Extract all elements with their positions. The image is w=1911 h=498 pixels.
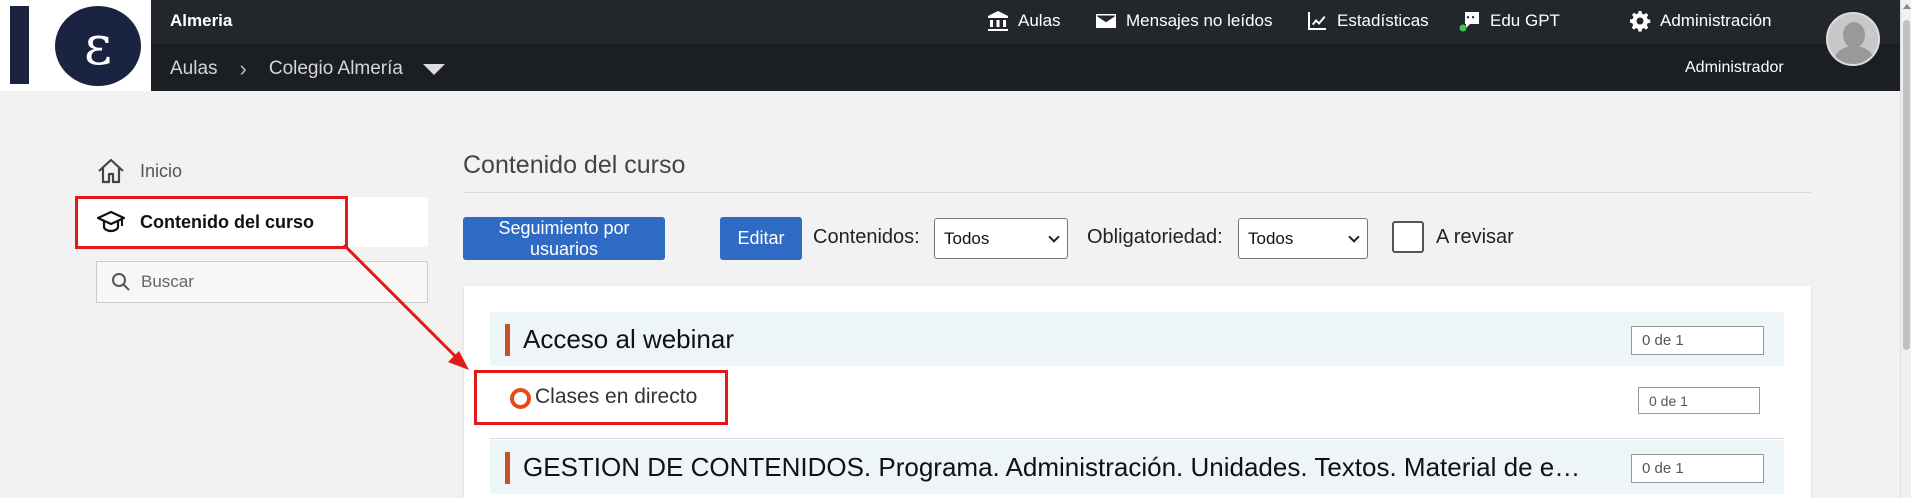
section-accent bbox=[505, 324, 510, 356]
nav-statistics[interactable]: Estadísticas bbox=[1305, 9, 1429, 33]
caret-down-icon[interactable] bbox=[422, 63, 445, 75]
chevron-down-icon bbox=[1048, 230, 1060, 243]
nav-administration-label: Administración bbox=[1660, 11, 1772, 30]
site-name[interactable]: Almeria bbox=[170, 11, 232, 31]
sidebar-item-inicio[interactable]: Inicio bbox=[96, 156, 182, 186]
obligatoriedad-select-value: Todos bbox=[1248, 228, 1294, 248]
contenidos-select[interactable]: Todos bbox=[934, 218, 1068, 259]
nav-aulas-label: Aulas bbox=[1018, 11, 1061, 30]
nav-statistics-label: Estadísticas bbox=[1337, 11, 1429, 30]
chevron-right-icon: › bbox=[239, 56, 247, 81]
nav-aulas[interactable]: Aulas bbox=[986, 9, 1061, 33]
section-progress: 0 de 1 bbox=[1631, 326, 1764, 355]
sidebar-item-inicio-label: Inicio bbox=[140, 160, 183, 181]
review-checkbox[interactable] bbox=[1392, 221, 1424, 253]
home-icon bbox=[98, 158, 124, 184]
title-divider bbox=[463, 192, 1811, 193]
obligatoriedad-select[interactable]: Todos bbox=[1238, 218, 1368, 259]
envelope-icon bbox=[1096, 14, 1116, 28]
avatar-shoulders bbox=[1834, 46, 1874, 64]
top-navbar: Almeria Aulas Mensajes no leídos Estadís… bbox=[151, 0, 1900, 44]
page-title: Contenido del curso bbox=[463, 151, 686, 179]
gear-icon bbox=[1630, 11, 1651, 32]
logo-emblem: ε bbox=[55, 6, 141, 86]
row-divider bbox=[490, 438, 1784, 439]
user-avatar[interactable] bbox=[1826, 12, 1880, 66]
chart-line-icon bbox=[1308, 12, 1326, 30]
avatar-head bbox=[1843, 22, 1865, 48]
review-checkbox-label[interactable]: A revisar bbox=[1436, 226, 1514, 249]
scroll-up-icon[interactable] bbox=[1903, 4, 1911, 9]
tracking-by-users-button[interactable]: Seguimiento por usuarios bbox=[463, 217, 665, 260]
breadcrumb-aulas[interactable]: Aulas bbox=[170, 58, 218, 80]
annotation-highlight-item bbox=[474, 370, 728, 425]
edit-button[interactable]: Editar bbox=[720, 217, 802, 260]
section-progress: 0 de 1 bbox=[1631, 454, 1764, 483]
section-row[interactable]: Acceso al webinar 0 de 1 bbox=[490, 312, 1784, 366]
section-row[interactable]: GESTION DE CONTENIDOS. Programa. Adminis… bbox=[490, 440, 1784, 494]
search-icon bbox=[112, 273, 130, 291]
nav-messages[interactable]: Mensajes no leídos bbox=[1094, 9, 1272, 33]
nav-edu-gpt-label: Edu GPT bbox=[1490, 11, 1560, 30]
nav-messages-label: Mensajes no leídos bbox=[1126, 11, 1273, 30]
nav-edu-gpt[interactable]: Edu GPT bbox=[1458, 9, 1560, 33]
contenidos-label: Contenidos: bbox=[813, 226, 920, 248]
page-scrollbar[interactable] bbox=[1900, 0, 1911, 498]
sidebar-search[interactable] bbox=[96, 261, 428, 303]
bank-icon bbox=[988, 11, 1008, 31]
scrollbar-thumb[interactable] bbox=[1903, 20, 1910, 350]
robot-chat-icon bbox=[1459, 12, 1479, 32]
chevron-down-icon bbox=[1348, 230, 1360, 243]
user-role[interactable]: Administrador bbox=[1685, 59, 1784, 77]
app-logo[interactable]: ε bbox=[0, 0, 151, 91]
section-title[interactable]: Acceso al webinar bbox=[523, 324, 1593, 355]
item-progress: 0 de 1 bbox=[1638, 387, 1760, 414]
logo-bar bbox=[10, 6, 29, 84]
contenidos-select-value: Todos bbox=[944, 228, 990, 248]
breadcrumb: Aulas › Colegio Almería bbox=[170, 56, 445, 82]
search-input[interactable] bbox=[141, 272, 421, 292]
annotation-highlight-sidebar bbox=[75, 196, 348, 249]
section-accent bbox=[505, 452, 510, 484]
nav-administration[interactable]: Administración bbox=[1628, 9, 1772, 33]
sub-navbar: Aulas › Colegio Almería Administrador bbox=[151, 44, 1900, 91]
section-title[interactable]: GESTION DE CONTENIDOS. Programa. Adminis… bbox=[523, 452, 1593, 483]
obligatoriedad-label: Obligatoriedad: bbox=[1087, 226, 1223, 248]
breadcrumb-colegio[interactable]: Colegio Almería bbox=[269, 58, 403, 80]
